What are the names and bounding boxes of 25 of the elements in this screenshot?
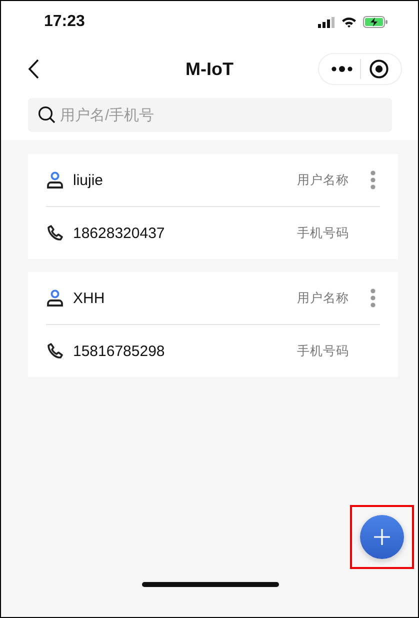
back-icon[interactable] — [28, 59, 40, 79]
field-label: 用户名称 — [297, 172, 349, 188]
user-card[interactable]: liujie 用户名称 18628320437 手机号码 — [28, 154, 398, 259]
phone-icon — [46, 224, 64, 242]
phone-icon — [46, 342, 64, 360]
search-field[interactable]: 用户名/手机号 — [28, 98, 392, 132]
user-card[interactable]: XHH 用户名称 15816785298 手机号码 — [28, 272, 398, 377]
status-time: 17:23 — [44, 13, 85, 31]
wifi-icon — [341, 16, 357, 28]
person-icon — [46, 171, 64, 189]
field-label: 手机号码 — [297, 342, 349, 360]
target-icon[interactable] — [369, 59, 390, 79]
field-label: 用户名称 — [297, 290, 349, 306]
battery-icon — [363, 16, 388, 28]
user-name: XHH — [73, 290, 106, 306]
phone-number: 15816785298 — [73, 342, 166, 360]
plus-icon — [373, 528, 391, 546]
user-name: liujie — [73, 172, 104, 188]
person-icon — [46, 289, 64, 307]
phone-number: 18628320437 — [73, 224, 166, 242]
field-label: 手机号码 — [297, 224, 349, 242]
add-button[interactable] — [360, 515, 404, 559]
page-title: M-IoT — [186, 58, 234, 80]
more-icon[interactable] — [330, 65, 353, 73]
signal-icon — [318, 16, 335, 28]
